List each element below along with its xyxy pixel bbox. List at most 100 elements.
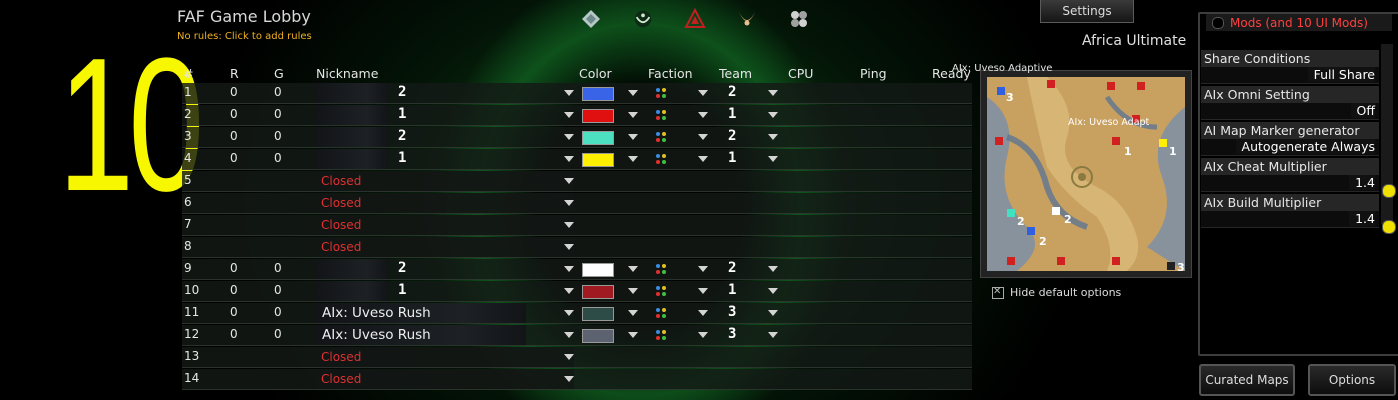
chevron-down-icon[interactable] [768, 134, 778, 140]
team-value[interactable]: 1 [728, 106, 736, 122]
random-faction-icon[interactable] [656, 264, 668, 276]
chevron-down-icon[interactable] [628, 288, 638, 294]
slot-row: 14 Closed [182, 369, 972, 390]
chevron-down-icon[interactable] [698, 134, 708, 140]
chevron-down-icon[interactable] [768, 288, 778, 294]
color-swatch[interactable] [582, 263, 614, 277]
uef-icon[interactable] [788, 8, 810, 30]
nickname-dropdown[interactable] [316, 281, 388, 301]
slider-knob[interactable] [1382, 184, 1396, 198]
random-faction-icon[interactable] [656, 132, 668, 144]
team-value[interactable]: 3 [728, 326, 736, 342]
chevron-down-icon[interactable] [564, 354, 574, 360]
aeon-icon[interactable] [580, 8, 602, 30]
hide-options-checkbox[interactable] [992, 286, 1004, 299]
chevron-down-icon[interactable] [628, 310, 638, 316]
start-position[interactable]: 1 [398, 282, 406, 298]
chevron-down-icon[interactable] [768, 156, 778, 162]
mods-button[interactable]: Mods (and 10 UI Mods) [1206, 14, 1392, 31]
team-value[interactable]: 2 [728, 260, 736, 276]
start-position[interactable]: 2 [398, 84, 406, 100]
game-option[interactable]: Share Conditions Full Share [1201, 50, 1379, 84]
start-position[interactable]: 1 [398, 106, 406, 122]
color-swatch[interactable] [582, 307, 614, 321]
chevron-down-icon[interactable] [698, 310, 708, 316]
chevron-down-icon[interactable] [628, 112, 638, 118]
chevron-down-icon[interactable] [628, 266, 638, 272]
nickname-dropdown[interactable] [316, 149, 388, 169]
start-position[interactable]: 2 [398, 128, 406, 144]
color-swatch[interactable] [582, 285, 614, 299]
color-swatch[interactable] [582, 109, 614, 123]
chevron-down-icon[interactable] [698, 90, 708, 96]
chevron-down-icon[interactable] [768, 332, 778, 338]
chevron-down-icon[interactable] [768, 266, 778, 272]
map-preview[interactable]: 3 1 1 2 2 2 3 [980, 70, 1192, 278]
chevron-down-icon[interactable] [564, 222, 574, 228]
chevron-down-icon[interactable] [564, 112, 574, 118]
options-button[interactable]: Options [1308, 364, 1396, 396]
random-faction-icon[interactable] [656, 330, 668, 342]
chevron-down-icon[interactable] [628, 156, 638, 162]
game-option[interactable]: AIx Cheat Multiplier 1.4 [1201, 158, 1379, 192]
cybran-icon[interactable] [684, 8, 706, 30]
chevron-down-icon[interactable] [698, 266, 708, 272]
start-position[interactable]: 1 [398, 150, 406, 166]
slot-games: 0 [274, 151, 282, 165]
nickname-dropdown[interactable] [316, 105, 388, 125]
chevron-down-icon[interactable] [628, 332, 638, 338]
team-value[interactable]: 2 [728, 128, 736, 144]
chevron-down-icon[interactable] [564, 244, 574, 250]
chevron-down-icon[interactable] [564, 134, 574, 140]
color-swatch[interactable] [582, 329, 614, 343]
chevron-down-icon[interactable] [698, 288, 708, 294]
chevron-down-icon[interactable] [564, 266, 574, 272]
chevron-down-icon[interactable] [768, 112, 778, 118]
chevron-down-icon[interactable] [564, 200, 574, 206]
start-position[interactable]: 2 [398, 260, 406, 276]
slot-rating: 0 [230, 305, 238, 319]
game-option[interactable]: AIx Omni Setting Off [1201, 86, 1379, 120]
chevron-down-icon[interactable] [768, 90, 778, 96]
hide-default-options[interactable]: Hide default options [992, 286, 1121, 299]
team-value[interactable]: 3 [728, 304, 736, 320]
random-faction-icon[interactable] [656, 286, 668, 298]
chevron-down-icon[interactable] [628, 90, 638, 96]
random-icon[interactable] [632, 8, 654, 30]
team-value[interactable]: 1 [728, 150, 736, 166]
chevron-down-icon[interactable] [564, 288, 574, 294]
team-value[interactable]: 1 [728, 282, 736, 298]
game-option[interactable]: AI Map Marker generator Autogenerate Alwa… [1201, 122, 1379, 156]
random-faction-icon[interactable] [656, 110, 668, 122]
random-faction-icon[interactable] [656, 154, 668, 166]
chevron-down-icon[interactable] [564, 376, 574, 382]
random-faction-icon[interactable] [656, 88, 668, 100]
color-swatch[interactable] [582, 131, 614, 145]
chevron-down-icon[interactable] [564, 332, 574, 338]
seraphim-icon[interactable] [736, 8, 758, 30]
color-swatch[interactable] [582, 153, 614, 167]
slider-knob[interactable] [1382, 220, 1396, 234]
chevron-down-icon[interactable] [564, 156, 574, 162]
chevron-down-icon[interactable] [698, 156, 708, 162]
color-swatch[interactable] [582, 87, 614, 101]
curated-maps-button[interactable]: Curated Maps [1199, 364, 1295, 396]
svg-text:2: 2 [1017, 215, 1025, 228]
chevron-down-icon[interactable] [698, 112, 708, 118]
settings-button[interactable]: Settings [1040, 0, 1134, 23]
chevron-down-icon[interactable] [698, 332, 708, 338]
chevron-down-icon[interactable] [564, 178, 574, 184]
chevron-down-icon[interactable] [564, 310, 574, 316]
slot-row: 13 Closed [182, 347, 972, 368]
chevron-down-icon[interactable] [768, 310, 778, 316]
team-value[interactable]: 2 [728, 84, 736, 100]
slot-rating: 0 [230, 261, 238, 275]
game-option[interactable]: AIx Build Multiplier 1.4 [1201, 194, 1379, 228]
rules-link[interactable]: No rules: Click to add rules [177, 31, 312, 42]
chevron-down-icon[interactable] [628, 134, 638, 140]
nickname-dropdown[interactable] [316, 83, 388, 103]
nickname-dropdown[interactable] [316, 127, 388, 147]
random-faction-icon[interactable] [656, 308, 668, 320]
nickname-dropdown[interactable] [316, 259, 388, 279]
chevron-down-icon[interactable] [564, 90, 574, 96]
